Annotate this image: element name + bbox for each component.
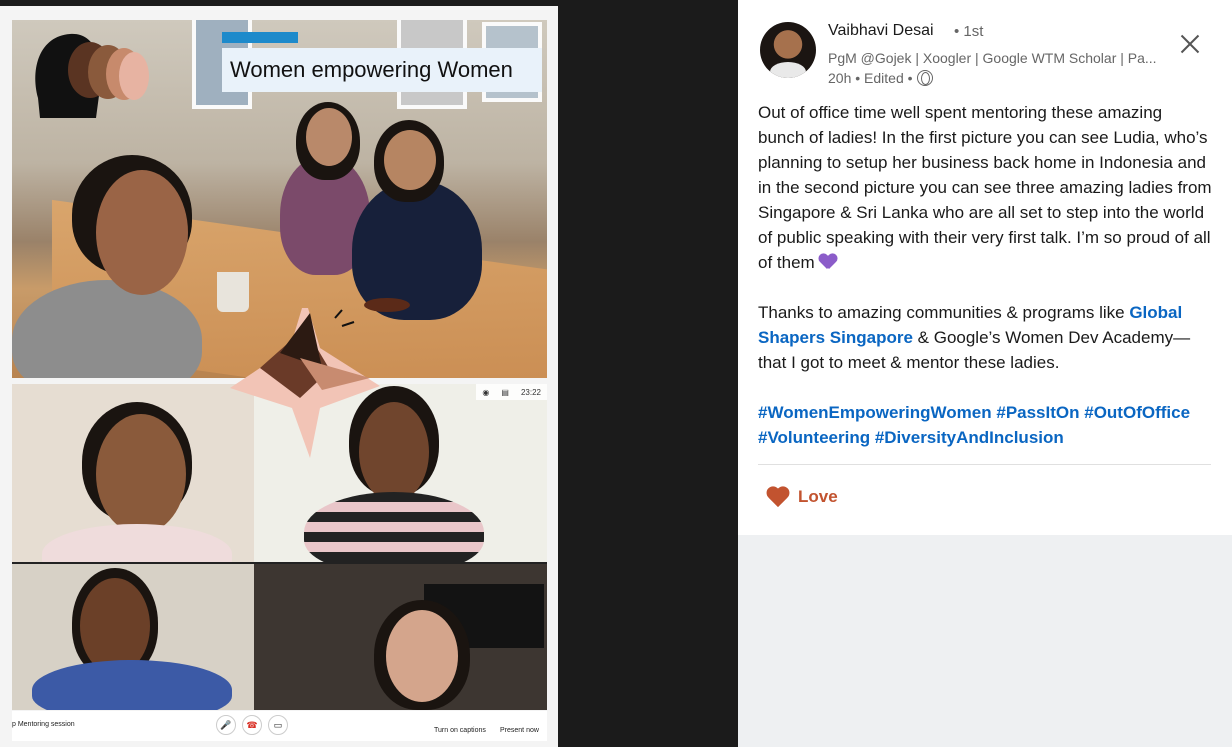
participants-icon[interactable]: ◉ <box>482 388 489 397</box>
present-button[interactable]: Present now <box>500 727 539 734</box>
divider <box>758 464 1211 465</box>
hashtags: #WomenEmpoweringWomen #PassItOn #OutOfOf… <box>758 400 1213 450</box>
call-tile <box>254 564 547 710</box>
captions-button[interactable]: Turn on captions <box>434 727 486 734</box>
hashtag-link[interactable]: #Volunteering <box>758 428 870 447</box>
hashtag-link[interactable]: #OutOfOffice <box>1084 403 1190 422</box>
camera-icon[interactable]: ▭ <box>268 715 288 735</box>
globe-icon <box>916 70 933 86</box>
post-image[interactable]: Women empowering Women ◉ ▤ 23:22 p Mento… <box>0 6 558 747</box>
comments-area <box>738 535 1232 747</box>
avatar[interactable] <box>760 22 816 78</box>
mic-icon[interactable]: 🎤 <box>216 715 236 735</box>
call-tile <box>12 564 254 710</box>
love-label: Love <box>798 487 838 506</box>
love-reaction-button[interactable]: Love <box>766 486 838 508</box>
post-meta: 20h • Edited • <box>828 70 933 86</box>
hashtag-link[interactable]: #WomenEmpoweringWomen <box>758 403 992 422</box>
post-paragraph: Out of office time well spent mentoring … <box>758 103 1212 272</box>
cup <box>217 272 249 312</box>
call-tile <box>12 384 254 562</box>
chat-icon[interactable]: ▤ <box>501 388 509 397</box>
banner-text: Women empowering Women <box>230 57 513 82</box>
author-name[interactable]: Vaibhavi Desai <box>828 22 934 40</box>
person-face <box>306 108 352 166</box>
banner: Women empowering Women <box>222 48 542 92</box>
hands-sticker-icon <box>230 308 380 458</box>
hashtag-link[interactable]: #DiversityAndInclusion <box>875 428 1064 447</box>
post-paragraph: Thanks to amazing communities & programs… <box>758 303 1191 372</box>
banner-accent <box>222 32 298 43</box>
love-heart-icon <box>766 486 790 508</box>
media-viewer: Women empowering Women ◉ ▤ 23:22 p Mento… <box>0 0 738 747</box>
call-topbar: ◉ ▤ 23:22 <box>476 384 547 400</box>
close-icon[interactable] <box>1176 30 1204 58</box>
faces-sticker-icon <box>35 33 149 118</box>
call-time: 23:22 <box>520 387 541 397</box>
call-controls: p Mentoring session 🎤 ☎ ▭ Turn on captio… <box>12 711 547 741</box>
meeting-name[interactable]: p Mentoring session <box>12 721 75 728</box>
person-face <box>384 130 436 190</box>
hashtag-link[interactable]: #PassItOn <box>996 403 1079 422</box>
purple-heart-emoji <box>819 254 837 270</box>
hangup-icon[interactable]: ☎ <box>242 715 262 735</box>
author-headline: PgM @Gojek | Xoogler | Google WTM Schola… <box>828 50 1157 66</box>
post-text: Out of office time well spent mentoring … <box>758 100 1213 475</box>
person-face <box>96 170 188 295</box>
connection-degree: • 1st <box>954 23 984 40</box>
post-timestamp: 20h • Edited • <box>828 70 913 86</box>
